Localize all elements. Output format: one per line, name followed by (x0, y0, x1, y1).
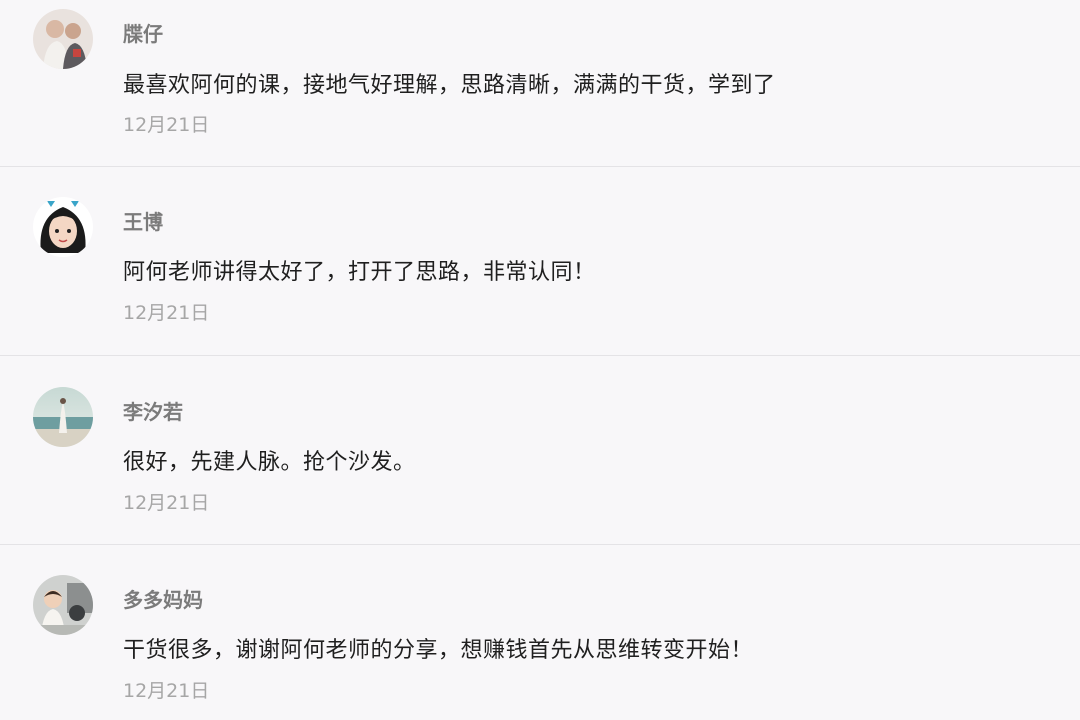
comment-date: 12月21日 (123, 492, 210, 514)
comment-item: 李汐若 很好，先建人脉。抢个沙发。 12月21日 (0, 356, 1080, 545)
comment-content: 最喜欢阿何的课，接地气好理解，思路清晰，满满的干货，学到了 (123, 73, 776, 98)
cartoon-girl-avatar-icon[interactable] (33, 197, 93, 257)
comment-date: 12月21日 (123, 302, 210, 324)
beach-photo-avatar-icon[interactable] (33, 387, 93, 447)
user-photo-avatar-icon[interactable] (33, 9, 93, 69)
comment-content: 很好，先建人脉。抢个沙发。 (123, 450, 416, 475)
child-photo-avatar-icon[interactable] (33, 575, 93, 635)
comment-content: 干货很多，谢谢阿何老师的分享，想赚钱首先从思维转变开始！ (123, 638, 754, 663)
comment-item: 王博 阿何老师讲得太好了，打开了思路，非常认同！ 12月21日 (0, 167, 1080, 356)
comment-content: 阿何老师讲得太好了，打开了思路，非常认同！ (123, 260, 596, 285)
comment-item: 牒仔 最喜欢阿何的课，接地气好理解，思路清晰，满满的干货，学到了 12月21日 (0, 0, 1080, 167)
comment-username[interactable]: 王博 (123, 206, 163, 235)
comment-username[interactable]: 李汐若 (123, 396, 183, 425)
comment-list: 牒仔 最喜欢阿何的课，接地气好理解，思路清晰，满满的干货，学到了 12月21日 … (0, 0, 1080, 720)
comment-date: 12月21日 (123, 114, 210, 136)
comment-username[interactable]: 多多妈妈 (123, 584, 203, 613)
comment-username[interactable]: 牒仔 (123, 18, 163, 47)
comment-item: 多多妈妈 干货很多，谢谢阿何老师的分享，想赚钱首先从思维转变开始！ 12月21日 (0, 545, 1080, 720)
comment-date: 12月21日 (123, 680, 210, 702)
